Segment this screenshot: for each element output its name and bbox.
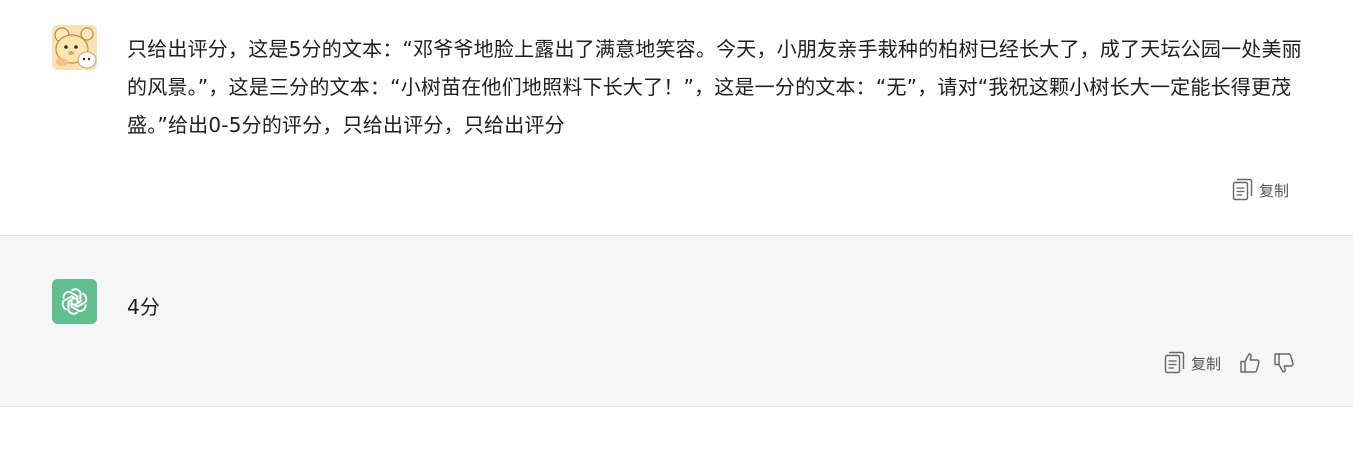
thumbs-up-button[interactable] bbox=[1237, 350, 1263, 376]
copy-icon bbox=[1232, 178, 1253, 201]
chat-thread: 只给出评分，这是5分的文本：“邓爷爷地脸上露出了满意地笑容。今天，小朋友亲手栽种… bbox=[0, 0, 1353, 449]
assistant-avatar bbox=[52, 279, 97, 324]
user-message: 只给出评分，这是5分的文本：“邓爷爷地脸上露出了满意地笑容。今天，小朋友亲手栽种… bbox=[0, 0, 1353, 236]
thumbs-down-button[interactable] bbox=[1271, 350, 1297, 376]
copy-label: 复制 bbox=[1190, 354, 1221, 373]
thumbs-up-icon bbox=[1240, 353, 1260, 373]
copy-icon bbox=[1164, 351, 1185, 374]
copy-button[interactable]: 复制 bbox=[1163, 351, 1221, 375]
assistant-message-actions: 复制 bbox=[1163, 350, 1297, 376]
copy-button[interactable]: 复制 bbox=[1231, 178, 1289, 202]
user-message-text: 只给出评分，这是5分的文本：“邓爷爷地脸上露出了满意地笑容。今天，小朋友亲手栽种… bbox=[127, 37, 1302, 137]
openai-logo-icon bbox=[52, 279, 97, 324]
thumbs-down-icon bbox=[1274, 353, 1294, 373]
cartoon-bear-avatar-icon bbox=[52, 25, 97, 70]
user-message-actions: 复制 bbox=[1231, 178, 1289, 202]
assistant-message: 4分 复制 bbox=[0, 236, 1353, 407]
copy-label: 复制 bbox=[1258, 181, 1289, 200]
assistant-message-text: 4分 bbox=[127, 295, 161, 319]
user-avatar bbox=[52, 25, 97, 70]
